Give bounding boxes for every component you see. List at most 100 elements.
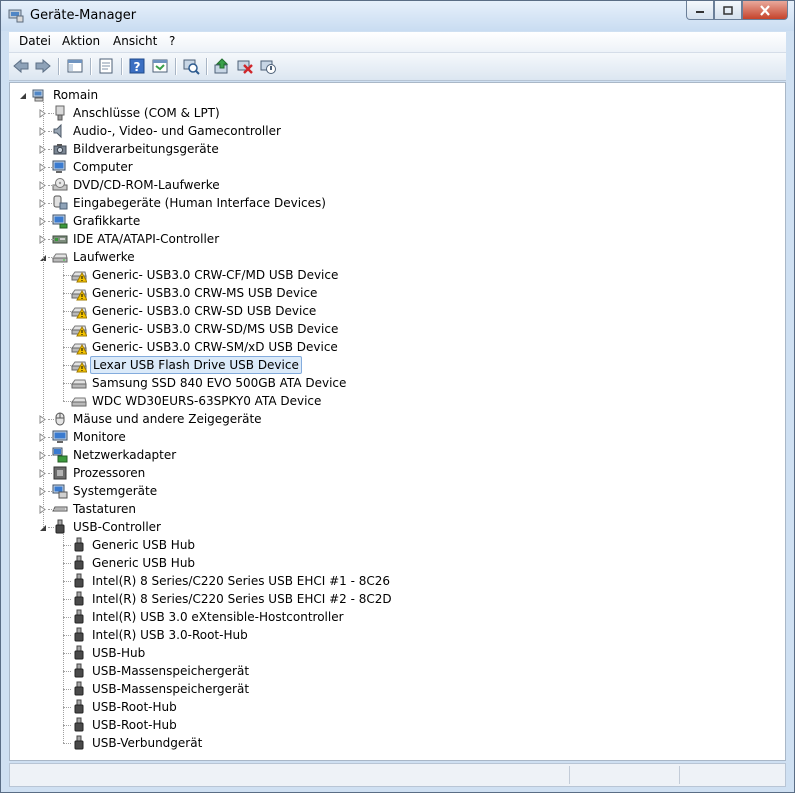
drive-item[interactable]: Generic- USB3.0 CRW-MS USB Device xyxy=(71,284,319,302)
update-driver-icon[interactable] xyxy=(213,57,231,75)
tree-connector-line xyxy=(48,527,54,528)
keyboard-icon xyxy=(52,506,68,512)
tree-category[interactable]: Computer xyxy=(52,158,135,176)
drive-item[interactable]: Generic- USB3.0 CRW-SM/xD USB Device xyxy=(71,338,340,356)
uninstall-icon[interactable] xyxy=(236,57,254,75)
tree-category[interactable]: Eingabegeräte (Human Interface Devices) xyxy=(52,194,328,212)
back-icon[interactable] xyxy=(12,57,30,75)
usb-device-item[interactable]: USB-Root-Hub xyxy=(71,716,179,734)
tree-item-label: Generic- USB3.0 CRW-SD/MS USB Device xyxy=(92,322,339,336)
menu-help[interactable]: ? xyxy=(169,34,175,48)
tree-item-label: Intel(R) 8 Series/C220 Series USB EHCI #… xyxy=(92,592,392,606)
show-hide-console-tree-icon[interactable] xyxy=(66,57,84,75)
usb-device-item[interactable]: Intel(R) USB 3.0-Root-Hub xyxy=(71,626,250,644)
disk-drive-item-icon xyxy=(71,361,87,373)
usb-device-item[interactable]: Generic USB Hub xyxy=(71,536,197,554)
tree-connector-line xyxy=(63,707,71,708)
tree-item-label: Eingabegeräte (Human Interface Devices) xyxy=(73,196,326,210)
usb-device-item[interactable]: Intel(R) 8 Series/C220 Series USB EHCI #… xyxy=(71,590,394,608)
drive-item[interactable]: WDC WD30EURS-63SPKY0 ATA Device xyxy=(71,392,323,410)
svg-text:?: ? xyxy=(134,60,141,74)
tree-connector-line xyxy=(63,743,71,744)
tree-category[interactable]: Mäuse und andere Zeigegeräte xyxy=(52,410,264,428)
usb-device-icon xyxy=(74,663,84,678)
drive-item[interactable]: Generic- USB3.0 CRW-CF/MD USB Device xyxy=(71,266,340,284)
collapse-arrow-icon[interactable] xyxy=(18,91,27,100)
usb-device-item[interactable]: USB-Root-Hub xyxy=(71,698,179,716)
tree-item-label: Romain xyxy=(53,88,99,102)
close-button[interactable] xyxy=(742,1,788,20)
ide-controller-icon xyxy=(52,235,68,244)
usb-icon xyxy=(55,519,65,534)
usb-device-item[interactable]: USB-Verbundgerät xyxy=(71,734,204,752)
tree-category[interactable]: Audio-, Video- und Gamecontroller xyxy=(52,122,283,140)
device-tree[interactable]: Romain Anschlüsse (COM & LPT) Audio-, Vide… xyxy=(9,82,786,761)
tree-item-label: Prozessoren xyxy=(73,466,146,480)
disk-drive-item-icon xyxy=(71,343,87,355)
tree-category[interactable]: DVD/CD-ROM-Laufwerke xyxy=(52,176,222,194)
help-icon[interactable]: ? xyxy=(128,57,146,75)
usb-device-icon xyxy=(74,573,84,588)
computer-icon xyxy=(52,160,66,173)
tree-connector-line xyxy=(63,293,71,294)
tree-connector-line xyxy=(63,563,71,564)
tree-connector-line xyxy=(48,149,54,150)
tree-item-label: Tastaturen xyxy=(73,502,136,516)
tree-connector-line xyxy=(48,221,54,222)
usb-device-item[interactable]: Intel(R) 8 Series/C220 Series USB EHCI #… xyxy=(71,572,392,590)
menu-datei[interactable]: Datei xyxy=(19,34,51,48)
usb-device-item[interactable]: Intel(R) USB 3.0 eXtensible-Hostcontroll… xyxy=(71,608,346,626)
status-bar xyxy=(9,763,786,787)
minimize-button[interactable] xyxy=(686,1,714,20)
tree-item-label: Samsung SSD 840 EVO 500GB ATA Device xyxy=(92,376,347,390)
tree-category[interactable]: Prozessoren xyxy=(52,464,147,482)
usb-device-item[interactable]: USB-Massenspeichergerät xyxy=(71,662,251,680)
disk-drive-item-icon xyxy=(71,397,87,407)
maximize-button[interactable] xyxy=(714,1,742,20)
network-adapter-icon xyxy=(52,447,68,463)
properties-icon[interactable] xyxy=(97,57,115,75)
toolbar-separator xyxy=(58,58,60,75)
tree-category[interactable]: Netzwerkadapter xyxy=(52,446,178,464)
usb-device-item[interactable]: USB-Hub xyxy=(71,644,147,662)
drive-item[interactable]: Generic- USB3.0 CRW-SD USB Device xyxy=(71,302,318,320)
tree-connector-line xyxy=(63,581,71,582)
drive-item[interactable]: Generic- USB3.0 CRW-SD/MS USB Device xyxy=(71,320,340,338)
mouse-icon xyxy=(55,412,65,426)
forward-icon[interactable] xyxy=(34,57,52,75)
tree-connector-line xyxy=(63,347,71,348)
usb-device-item[interactable]: USB-Massenspeichergerät xyxy=(71,680,251,698)
tree-category[interactable]: Tastaturen xyxy=(52,500,138,518)
minimize-icon xyxy=(696,11,704,13)
action-pane-icon[interactable] xyxy=(151,57,169,75)
disk-drive-item-icon xyxy=(71,289,87,301)
tree-category[interactable]: IDE ATA/ATAPI-Controller xyxy=(52,230,221,248)
tree-item-label: Bildverarbeitungsgeräte xyxy=(73,142,219,156)
toolbar-separator xyxy=(121,58,123,75)
tree-item-label: IDE ATA/ATAPI-Controller xyxy=(73,232,220,246)
tree-category[interactable]: Bildverarbeitungsgeräte xyxy=(52,140,221,158)
usb-device-icon xyxy=(74,591,84,606)
disable-device-icon[interactable] xyxy=(259,57,277,75)
tree-category[interactable]: USB-Controller xyxy=(52,518,163,536)
tree-item-label: Generic USB Hub xyxy=(92,556,196,570)
tree-category[interactable]: Grafikkarte xyxy=(52,212,142,230)
usb-device-icon xyxy=(74,699,84,714)
disk-drive-item-icon xyxy=(71,325,87,337)
menu-ansicht[interactable]: Ansicht xyxy=(113,34,157,48)
title-bar[interactable]: Geräte-Manager xyxy=(1,1,794,31)
tree-category[interactable]: Anschlüsse (COM & LPT) xyxy=(52,104,222,122)
menu-aktion[interactable]: Aktion xyxy=(62,34,100,48)
tree-category[interactable]: Laufwerke xyxy=(52,248,137,266)
usb-device-item[interactable]: Generic USB Hub xyxy=(71,554,197,572)
drive-item[interactable]: Lexar USB Flash Drive USB Device xyxy=(71,356,302,374)
tree-connector-line xyxy=(63,635,71,636)
tree-connector-line xyxy=(48,491,54,492)
scan-hardware-icon[interactable] xyxy=(182,57,200,75)
drive-item[interactable]: Samsung SSD 840 EVO 500GB ATA Device xyxy=(71,374,348,392)
tree-category[interactable]: Systemgeräte xyxy=(52,482,159,500)
window-title: Geräte-Manager xyxy=(30,8,137,23)
tree-category[interactable]: Monitore xyxy=(52,428,128,446)
disk-drive-icon xyxy=(52,253,68,263)
usb-device-icon xyxy=(74,537,84,552)
